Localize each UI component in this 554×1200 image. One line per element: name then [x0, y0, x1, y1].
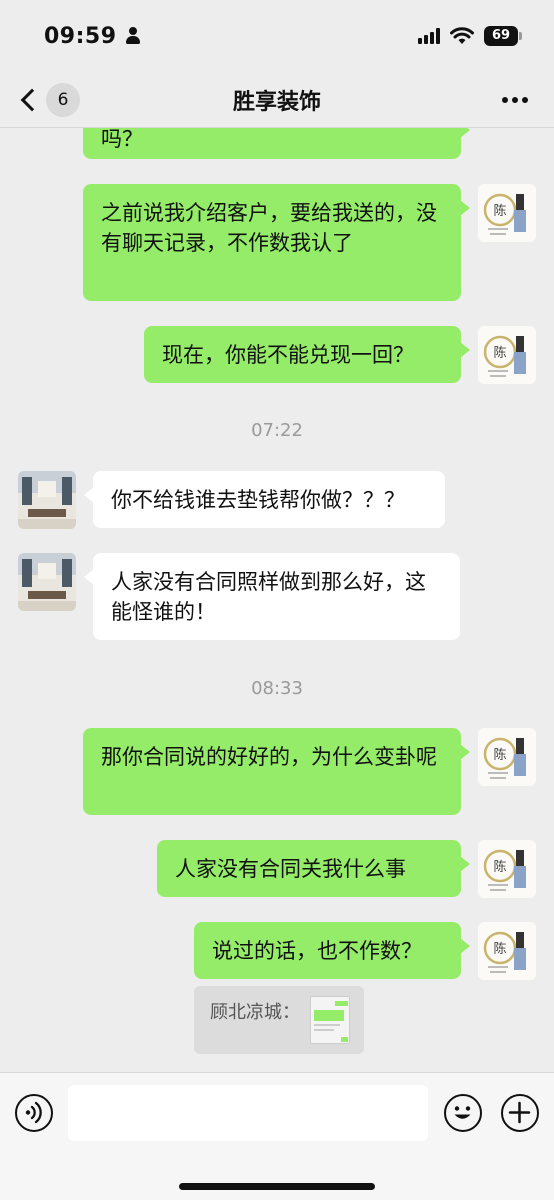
- seal-char: 陈: [493, 859, 506, 875]
- status-bar: 09:59 69: [0, 0, 554, 72]
- self-avatar[interactable]: 陈: [478, 728, 536, 786]
- seal-char: 陈: [493, 941, 506, 957]
- message-input[interactable]: [68, 1085, 428, 1141]
- emoji-icon[interactable]: [444, 1094, 482, 1132]
- battery-indicator: 69: [484, 26, 522, 46]
- input-bar: [0, 1072, 554, 1200]
- back-button[interactable]: 6: [18, 82, 80, 117]
- voice-icon[interactable]: [15, 1094, 53, 1132]
- message-text: 那你合同说的好好的，为什么变卦呢: [101, 745, 437, 769]
- chat-header: 6 胜享装饰: [0, 72, 554, 128]
- contact-avatar[interactable]: [18, 553, 76, 611]
- message-bubble-incoming[interactable]: 你不给钱谁去垫钱帮你做？？？: [84, 471, 445, 528]
- person-icon: [125, 27, 141, 45]
- quoted-message[interactable]: 顾北凉城：: [194, 986, 364, 1054]
- message-bubble-outgoing[interactable]: 那你合同说的好好的，为什么变卦呢: [83, 728, 470, 815]
- contact-avatar[interactable]: [18, 471, 76, 529]
- message-bubble-outgoing[interactable]: 说过的话，也不作数？: [194, 922, 470, 979]
- unread-count-badge: 6: [46, 82, 80, 117]
- message-timestamp: 08:33: [251, 678, 303, 699]
- plus-icon[interactable]: [501, 1094, 539, 1132]
- chat-title: 胜享装饰: [232, 89, 321, 115]
- wifi-icon: [450, 27, 474, 45]
- seal-char: 陈: [493, 747, 506, 763]
- seal-char: 陈: [493, 345, 506, 361]
- message-text: 人家没有合同照样做到那么好，这能怪谁的！: [111, 570, 426, 624]
- message-timestamp: 07:22: [251, 420, 303, 441]
- message-bubble-outgoing[interactable]: 人家没有合同关我什么事: [157, 840, 470, 897]
- message-text: 之前说我介绍客户，要给我送的，没有聊天记录，不作数我认了: [101, 201, 437, 255]
- self-avatar[interactable]: 陈: [478, 184, 536, 242]
- message-text: 现在，你能不能兑现一回？: [162, 343, 414, 367]
- more-icon[interactable]: [502, 96, 528, 103]
- status-indicators: 69: [418, 26, 522, 46]
- status-time: 09:59: [44, 23, 117, 49]
- message-bubble-outgoing[interactable]: 现在，你能不能兑现一回？: [144, 326, 470, 383]
- message-text: 人家没有合同关我什么事: [175, 857, 406, 881]
- self-avatar[interactable]: 陈: [478, 326, 536, 384]
- message-bubble-incoming[interactable]: 人家没有合同照样做到那么好，这能怪谁的！: [84, 553, 460, 640]
- message-bubble-outgoing[interactable]: 吗？: [83, 128, 470, 159]
- quoted-sender: 顾北凉城：: [210, 1002, 300, 1023]
- message-text: 你不给钱谁去垫钱帮你做？？？: [111, 488, 405, 512]
- cellular-signal-icon: [418, 28, 440, 44]
- message-list[interactable]: 吗？ 之前说我介绍客户，要给我送的，没有聊天记录，不作数我认了 陈 现在，你能不…: [0, 128, 554, 1072]
- self-avatar[interactable]: 陈: [478, 840, 536, 898]
- back-chevron-icon: [20, 88, 44, 111]
- seal-char: 陈: [493, 203, 506, 219]
- message-text: 吗？: [101, 128, 143, 151]
- home-indicator: [179, 1183, 375, 1190]
- quoted-screenshot-thumbnail[interactable]: [310, 996, 350, 1044]
- message-text: 说过的话，也不作数？: [212, 939, 422, 963]
- message-bubble-outgoing[interactable]: 之前说我介绍客户，要给我送的，没有聊天记录，不作数我认了: [83, 184, 470, 301]
- self-avatar[interactable]: 陈: [478, 922, 536, 980]
